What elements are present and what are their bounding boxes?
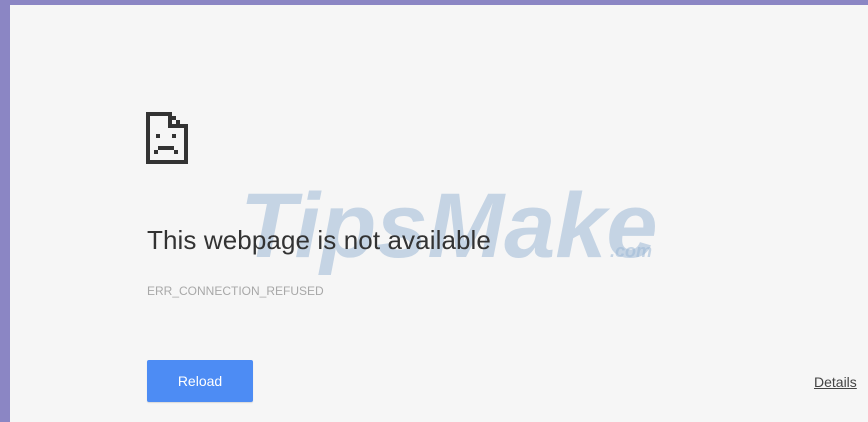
error-code: ERR_CONNECTION_REFUSED — [147, 284, 324, 298]
watermark-suffix: .com — [610, 241, 652, 261]
error-title: This webpage is not available — [147, 225, 491, 255]
browser-frame: TipsMake .com This webpage is not availa… — [0, 0, 868, 422]
watermark-logo: TipsMake .com — [240, 175, 658, 275]
reload-button[interactable]: Reload — [147, 360, 253, 402]
details-link[interactable]: Details — [814, 374, 857, 390]
error-page: TipsMake .com This webpage is not availa… — [10, 5, 868, 422]
sad-page-icon — [146, 112, 188, 164]
